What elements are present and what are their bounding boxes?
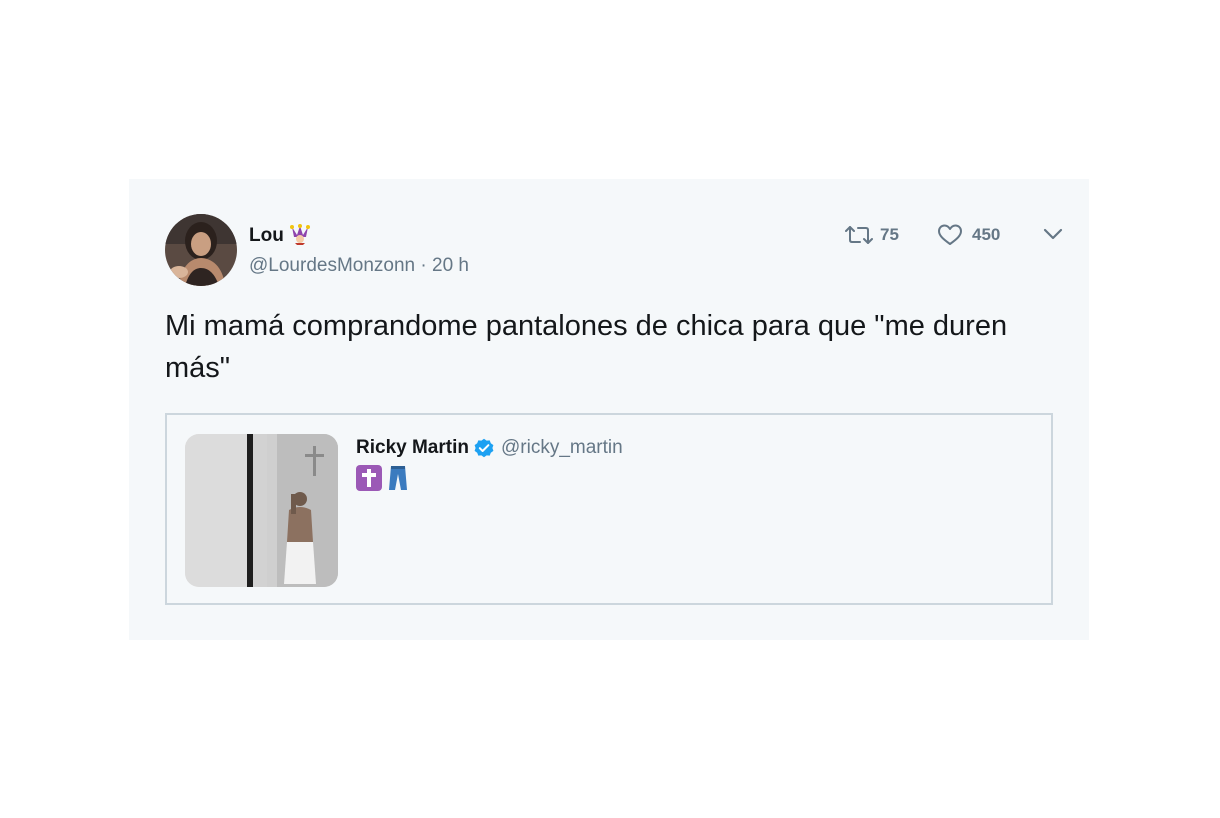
tweet-card: Lou @LourdesMonzonn · 20 h 75 450 Mi mam… <box>129 179 1089 640</box>
retweet-count: 75 <box>880 225 899 244</box>
tweet-text: Mi mamá comprandome pantalones de chica … <box>165 310 1008 384</box>
quoted-tweet[interactable]: Ricky Martin @ricky_martin <box>165 413 1053 605</box>
author-name-row[interactable]: Lou <box>249 223 311 252</box>
quoted-author-handle[interactable]: @ricky_martin <box>501 437 623 459</box>
tweet-actions: 75 450 <box>845 221 1000 249</box>
jester-icon <box>289 223 311 252</box>
chevron-down-icon <box>1043 228 1063 240</box>
verified-badge-icon <box>474 438 494 458</box>
quoted-tweet-photo[interactable] <box>185 434 338 587</box>
author-name[interactable]: Lou <box>249 225 284 246</box>
quoted-author-name[interactable]: Ricky Martin <box>356 437 469 459</box>
meta-separator: · <box>415 255 433 276</box>
like-count: 450 <box>972 225 1001 244</box>
like-button[interactable]: 450 <box>937 223 1000 247</box>
author-avatar[interactable] <box>165 214 237 286</box>
quoted-tweet-text <box>356 465 411 491</box>
more-options-button[interactable] <box>1043 227 1063 246</box>
jeans-icon <box>385 465 411 491</box>
quoted-tweet-header: Ricky Martin @ricky_martin <box>356 437 623 459</box>
retweet-button[interactable]: 75 <box>845 223 937 247</box>
heart-icon <box>938 224 962 245</box>
avatar-photo-icon <box>165 214 237 286</box>
author-handle[interactable]: @LourdesMonzonn <box>249 255 415 276</box>
retweet-icon <box>845 226 873 244</box>
author-meta: @LourdesMonzonn · 20 h <box>249 254 469 278</box>
latin-cross-icon <box>356 465 382 491</box>
tweet-timestamp[interactable]: 20 h <box>432 255 469 276</box>
photo-thumbnail-icon <box>185 434 338 587</box>
